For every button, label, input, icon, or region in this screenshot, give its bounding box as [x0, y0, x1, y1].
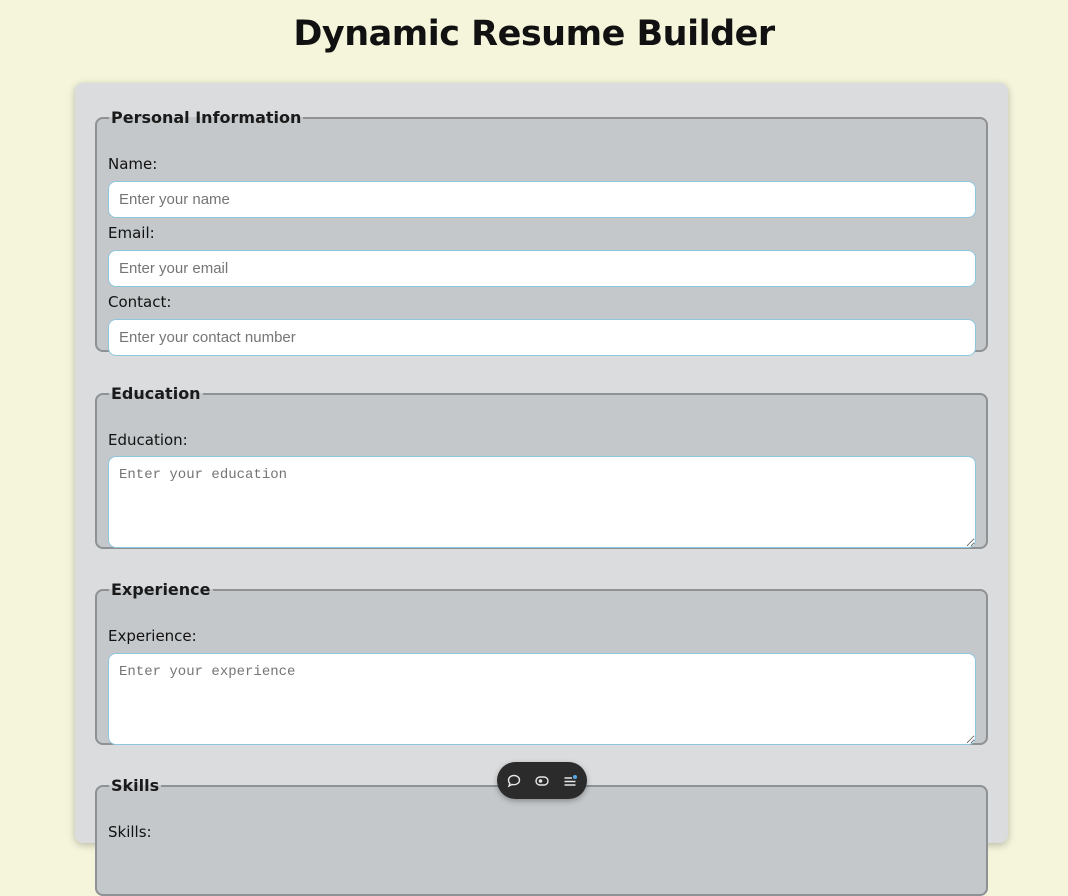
email-input[interactable]	[108, 250, 976, 287]
experience-textarea[interactable]	[108, 653, 976, 745]
floating-toolbar	[497, 762, 587, 799]
personal-info-fieldset: Personal Information Name: Email: Contac…	[95, 108, 988, 356]
education-legend: Education	[111, 384, 201, 403]
name-input[interactable]	[108, 181, 976, 218]
skills-legend: Skills	[111, 776, 160, 795]
personal-info-legend: Personal Information	[111, 108, 302, 127]
experience-label: Experience:	[108, 627, 197, 645]
contact-label: Contact:	[108, 293, 172, 311]
education-label: Education:	[108, 431, 188, 449]
email-label: Email:	[108, 224, 155, 242]
experience-legend: Experience	[111, 580, 211, 599]
list-menu-icon[interactable]	[560, 771, 580, 791]
comment-icon[interactable]	[504, 771, 524, 791]
skills-label: Skills:	[108, 823, 152, 841]
experience-fieldset: Experience Experience:	[95, 580, 988, 745]
page-title: Dynamic Resume Builder	[293, 14, 775, 54]
eye-toggle-icon[interactable]	[532, 771, 552, 791]
name-label: Name:	[108, 155, 158, 173]
contact-input[interactable]	[108, 319, 976, 356]
education-fieldset: Education Education:	[95, 384, 988, 549]
resume-form-container: Personal Information Name: Email: Contac…	[75, 83, 1008, 896]
education-textarea[interactable]	[108, 456, 976, 548]
